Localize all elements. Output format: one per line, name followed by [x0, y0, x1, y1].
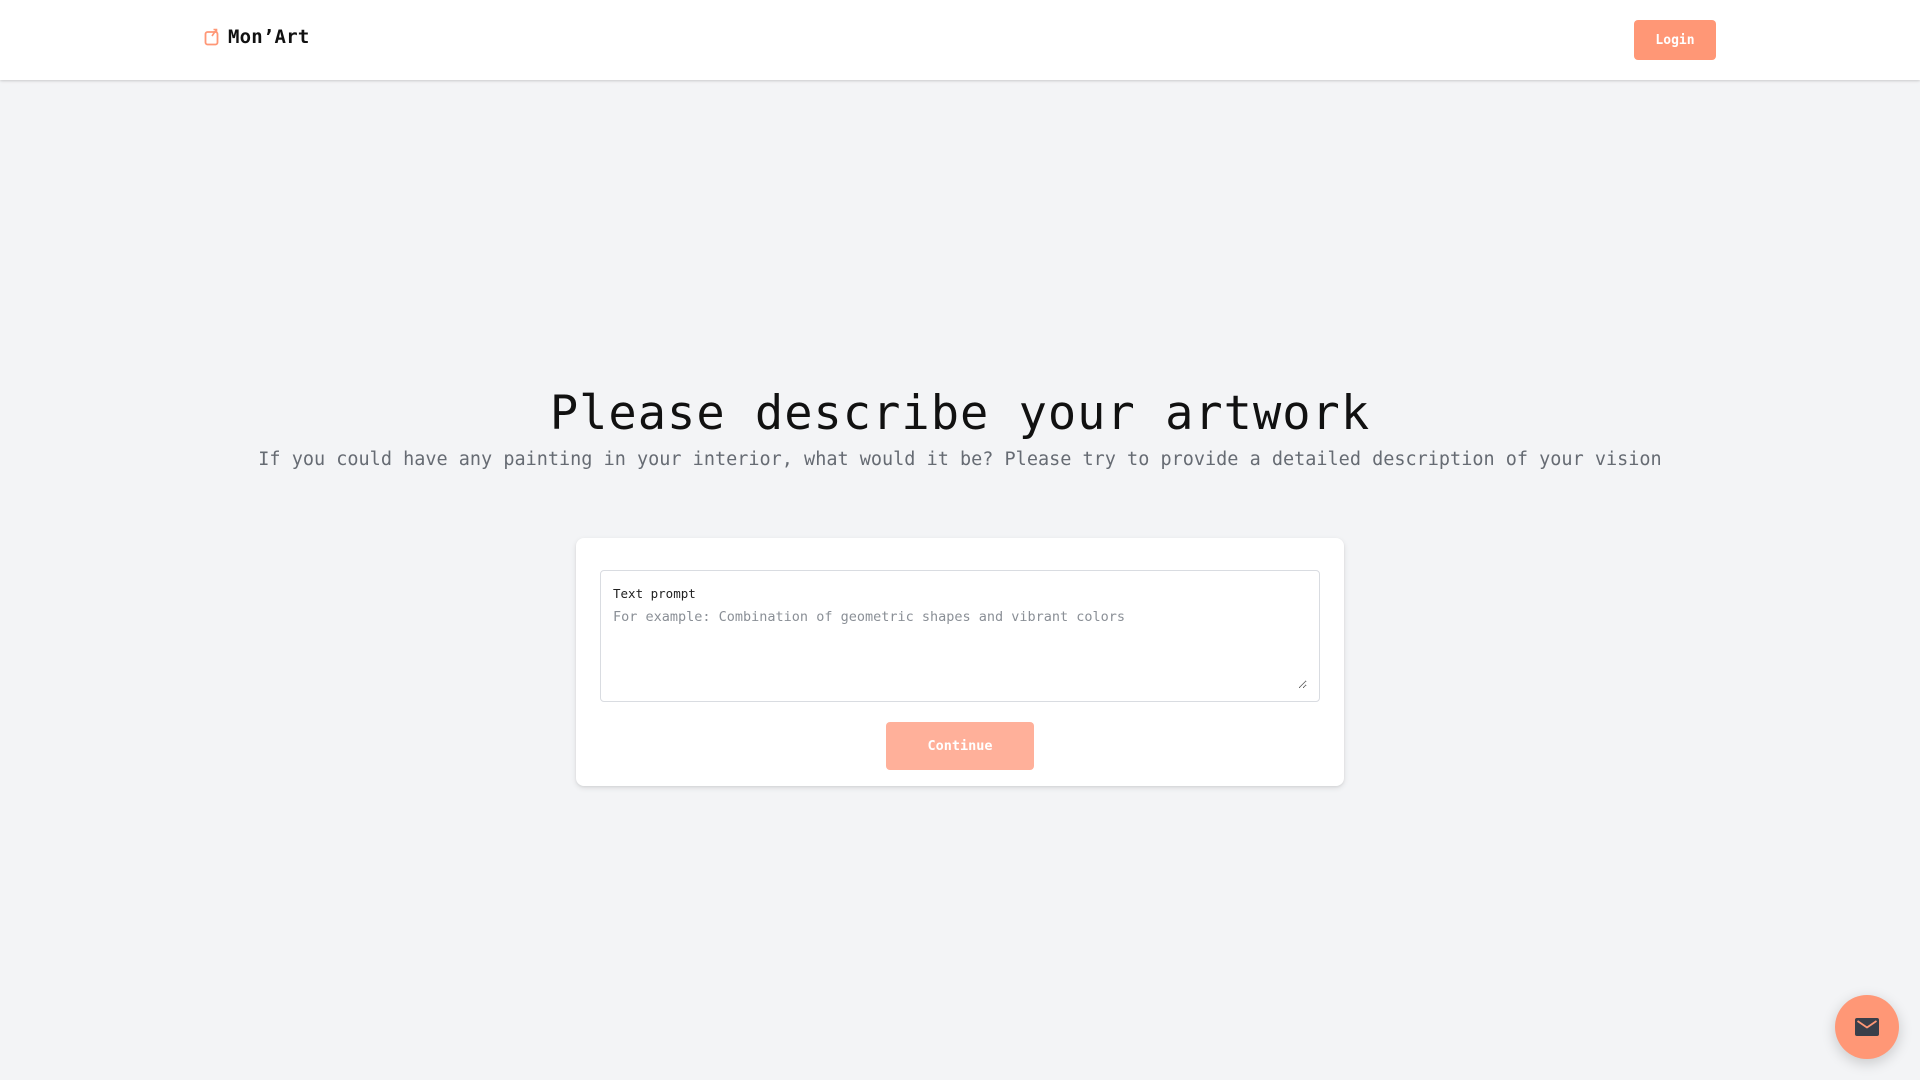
page-title: Please describe your artwork: [549, 386, 1371, 441]
prompt-field: Text prompt: [600, 570, 1320, 702]
prompt-card: Text prompt Continue: [576, 538, 1344, 786]
mail-icon: [1854, 1016, 1880, 1038]
continue-button[interactable]: Continue: [886, 722, 1034, 770]
prompt-label: Text prompt: [613, 586, 696, 601]
top-navbar: Mon’Art Login: [0, 0, 1920, 80]
prompt-textarea[interactable]: [613, 607, 1307, 689]
contact-fab-button[interactable]: [1835, 995, 1899, 1059]
frame-icon: [204, 28, 222, 46]
login-button[interactable]: Login: [1634, 20, 1716, 60]
brand-logo-link[interactable]: Mon’Art: [204, 26, 309, 48]
page-subtitle: If you could have any painting in your i…: [258, 449, 1662, 470]
brand-name: Mon’Art: [228, 26, 310, 48]
